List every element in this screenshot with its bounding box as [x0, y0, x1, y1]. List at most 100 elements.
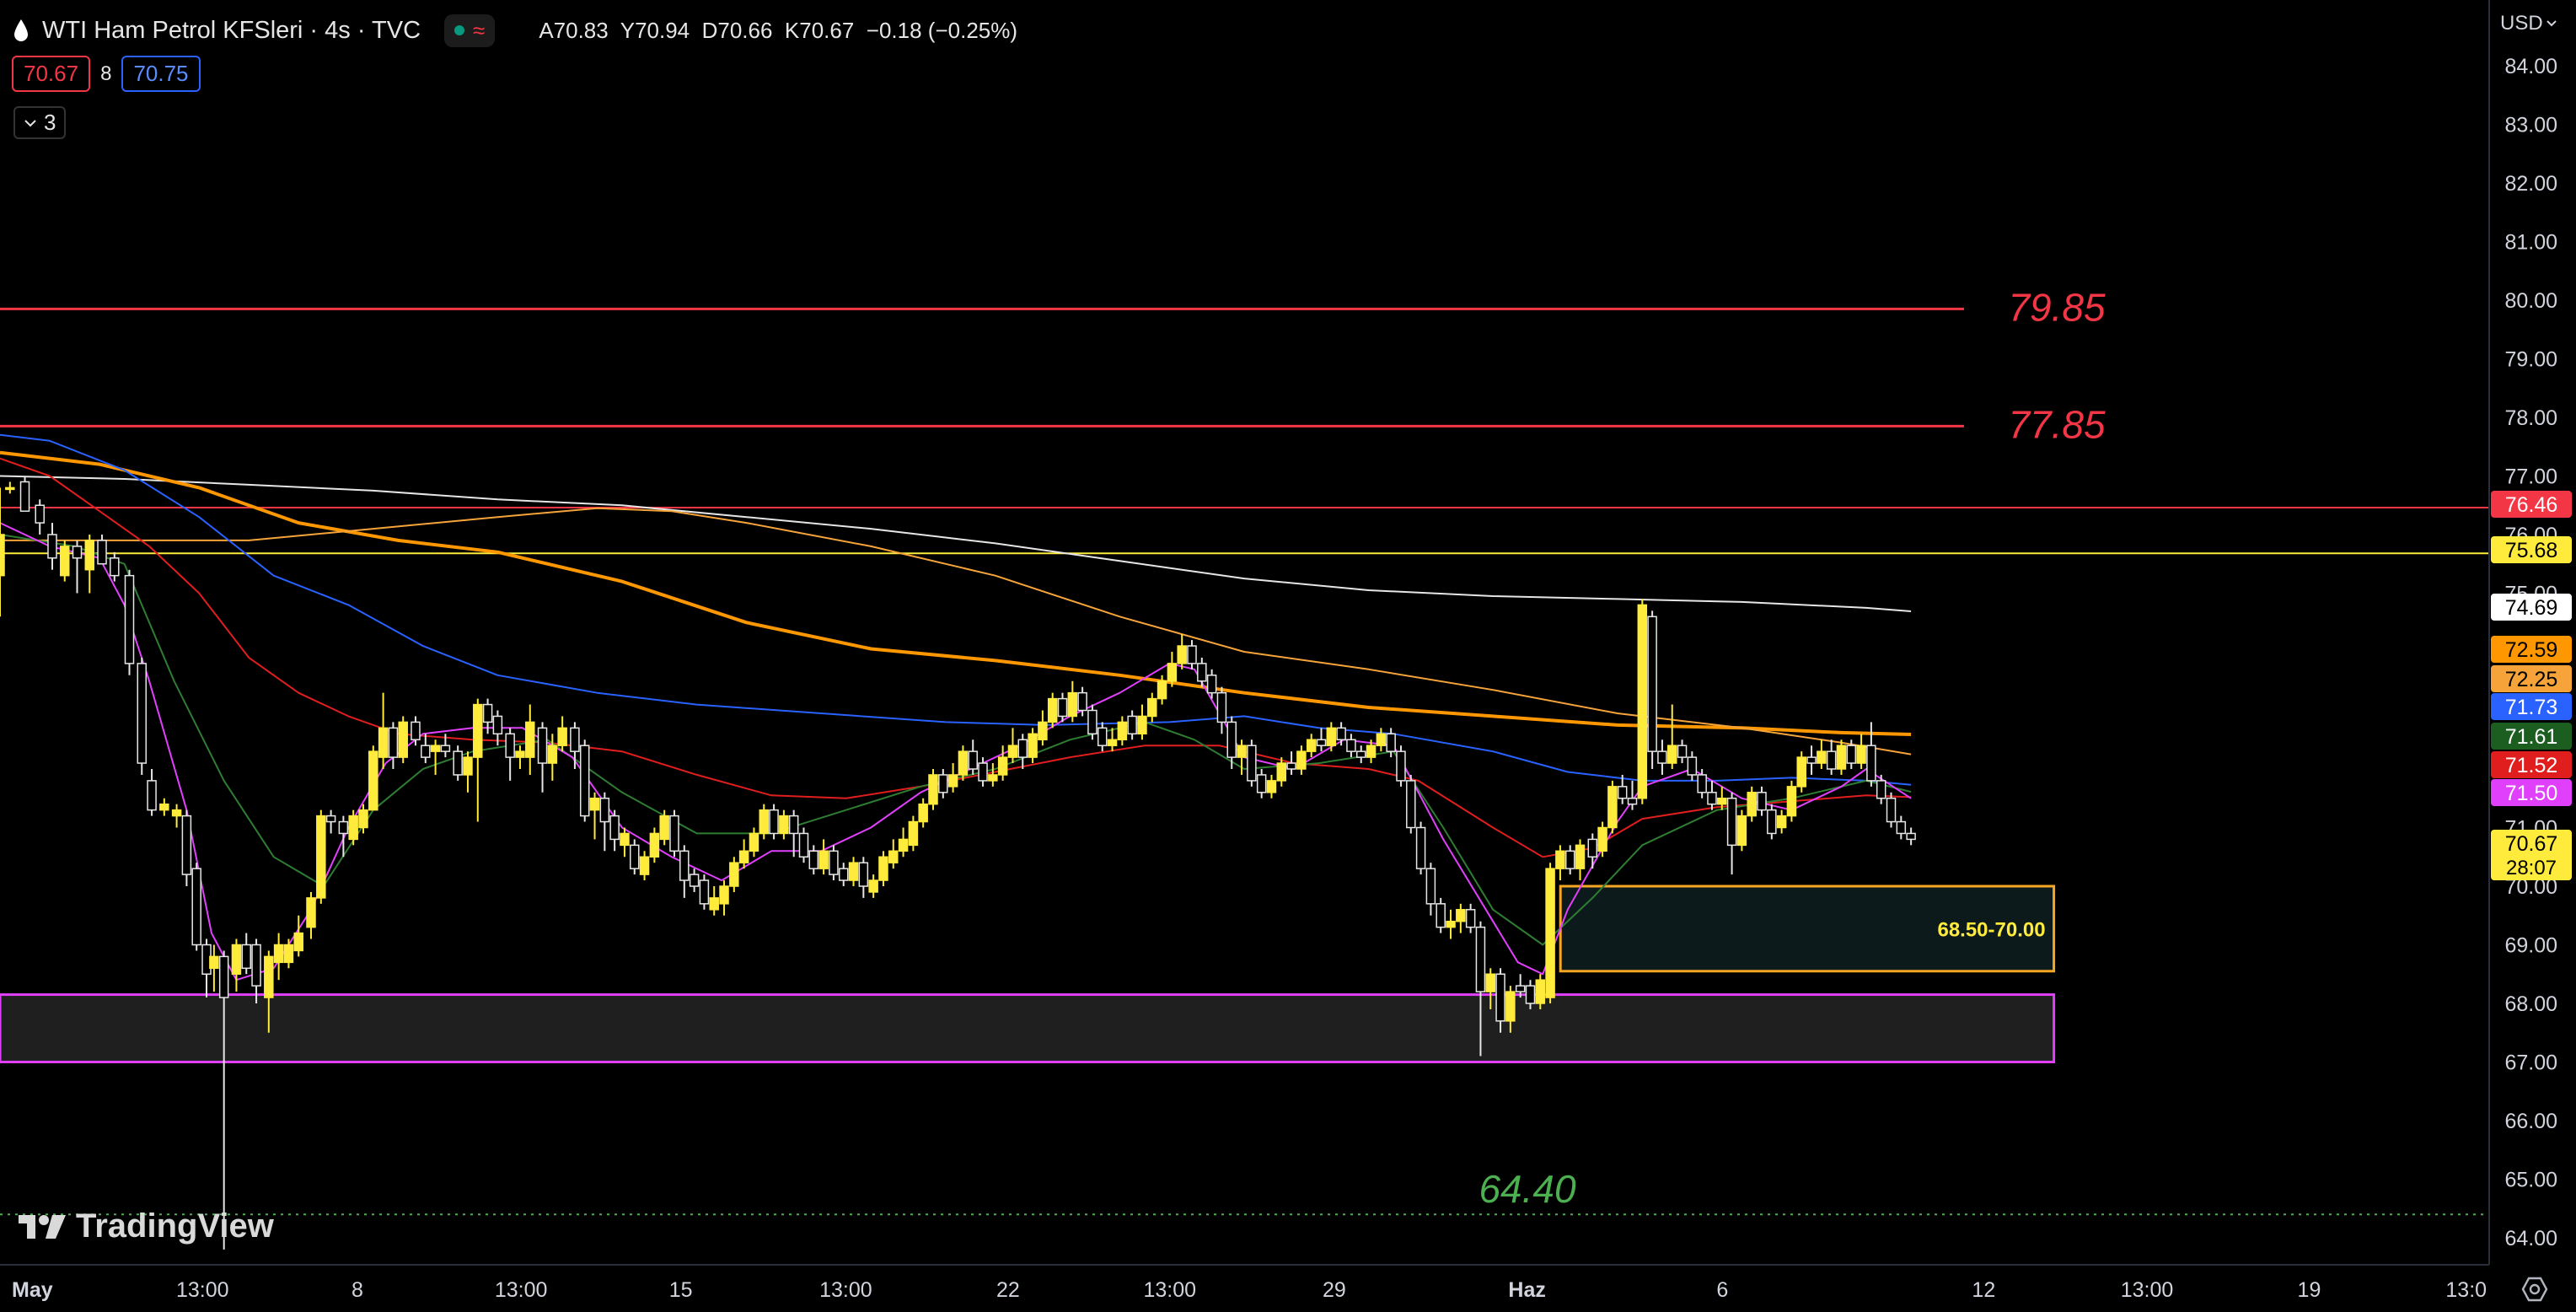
candle-body[interactable] [72, 546, 83, 559]
candle-body[interactable] [1206, 675, 1217, 694]
candle-body[interactable] [293, 932, 303, 952]
candle-body[interactable] [1697, 774, 1707, 793]
candle-body[interactable] [928, 774, 938, 805]
candle-body[interactable] [1326, 727, 1337, 746]
candle-body[interactable] [147, 780, 157, 811]
candle-body[interactable] [0, 534, 5, 577]
candle-body[interactable] [525, 721, 535, 758]
candle-body[interactable] [1296, 750, 1307, 770]
candle-body[interactable] [35, 504, 45, 524]
candle-body[interactable] [1137, 715, 1147, 735]
candle-body[interactable] [1647, 616, 1657, 752]
candle-body[interactable] [908, 820, 919, 847]
candle-body[interactable] [159, 803, 169, 811]
candle-body[interactable] [5, 487, 15, 491]
candle-body[interactable] [589, 798, 600, 811]
candle-body[interactable] [1607, 786, 1618, 829]
candle-body[interactable] [1597, 826, 1607, 852]
candle-body[interactable] [411, 721, 421, 741]
candle-body[interactable] [858, 862, 869, 887]
candle-body[interactable] [1456, 909, 1466, 922]
candle-body[interactable] [84, 540, 95, 571]
candle-body[interactable] [1446, 920, 1456, 928]
candle-body[interactable] [1846, 745, 1857, 764]
candle-body[interactable] [1617, 786, 1628, 799]
candle-body[interactable] [191, 868, 201, 946]
candle-body[interactable] [482, 703, 493, 723]
candle-body[interactable] [1237, 745, 1247, 758]
candle-body[interactable] [1097, 727, 1108, 746]
candle-body[interactable] [1896, 820, 1907, 835]
candle-body[interactable] [738, 850, 749, 863]
candle-body[interactable] [1436, 903, 1446, 928]
candle-body[interactable] [1826, 750, 1837, 770]
candle-body[interactable] [1017, 739, 1028, 758]
candle-body[interactable] [1127, 715, 1137, 735]
candle-body[interactable] [1406, 780, 1416, 829]
candle-body[interactable] [171, 809, 182, 817]
candle-body[interactable] [570, 727, 580, 752]
candle-body[interactable] [264, 955, 274, 998]
candle-body[interactable] [273, 944, 284, 964]
candle-body[interactable] [1157, 680, 1167, 700]
candle-body[interactable] [557, 727, 567, 746]
candle-body[interactable] [430, 745, 441, 752]
candle-body[interactable] [348, 815, 358, 841]
candle-body[interactable] [609, 815, 620, 841]
candle-body[interactable] [1505, 991, 1516, 1022]
candle-body[interactable] [1866, 745, 1876, 782]
candle-body[interactable] [60, 546, 70, 577]
candle-body[interactable] [1216, 691, 1227, 723]
zone-box-1[interactable] [0, 993, 2056, 1063]
candle-body[interactable] [1038, 721, 1048, 741]
currency-selector[interactable]: USD [2500, 12, 2557, 35]
candle-body[interactable] [699, 879, 710, 905]
candle-body[interactable] [1475, 926, 1486, 992]
time-axis[interactable] [0, 1265, 2576, 1312]
candle-body[interactable] [1817, 750, 1827, 764]
candle-body[interactable] [988, 774, 998, 782]
candle-body[interactable] [1637, 604, 1648, 799]
candle-body[interactable] [1366, 745, 1377, 758]
candle-body[interactable] [579, 745, 590, 817]
candle-body[interactable] [968, 750, 978, 770]
indicators-toggle[interactable]: 3 [13, 106, 67, 139]
candle-body[interactable] [1355, 750, 1366, 758]
candle-body[interactable] [1226, 721, 1237, 758]
candle-body[interactable] [838, 868, 849, 881]
candle-body[interactable] [1717, 798, 1727, 805]
candle-body[interactable] [630, 844, 640, 869]
candle-body[interactable] [818, 850, 829, 869]
candle-body[interactable] [473, 703, 483, 758]
candle-body[interactable] [1796, 756, 1806, 788]
candle-body[interactable] [1587, 838, 1598, 858]
candle-body[interactable] [1087, 709, 1097, 735]
candle-body[interactable] [368, 750, 378, 811]
candle-body[interactable] [1306, 739, 1317, 752]
candle-body[interactable] [1657, 750, 1667, 764]
candle-body[interactable] [918, 803, 928, 823]
candle-body[interactable] [788, 815, 799, 835]
candle-body[interactable] [798, 832, 809, 858]
candle-body[interactable] [378, 727, 389, 758]
candle-body[interactable] [218, 955, 229, 998]
candle-body[interactable] [19, 481, 30, 512]
candle-body[interactable] [1316, 739, 1327, 746]
candle-body[interactable] [1415, 826, 1426, 869]
candle-body[interactable] [110, 557, 120, 577]
candle-body[interactable] [749, 832, 759, 852]
candle-body[interactable] [241, 944, 251, 970]
candle-body[interactable] [1525, 985, 1536, 1004]
candle-body[interactable] [729, 862, 739, 887]
candle-body[interactable] [958, 750, 969, 776]
price-chart[interactable]: 68.50-70.00 79.8577.8564.40 84.0083.0082… [0, 0, 2576, 1312]
candle-body[interactable] [1545, 868, 1555, 998]
candle-body[interactable] [1575, 844, 1586, 869]
candle-body[interactable] [1767, 809, 1777, 835]
candle-body[interactable] [306, 897, 316, 928]
candle-body[interactable] [978, 762, 988, 782]
candle-body[interactable] [1726, 798, 1737, 847]
market-status[interactable]: ≈ [444, 13, 496, 47]
candle-body[interactable] [769, 809, 779, 835]
candle-body[interactable] [1167, 663, 1178, 682]
